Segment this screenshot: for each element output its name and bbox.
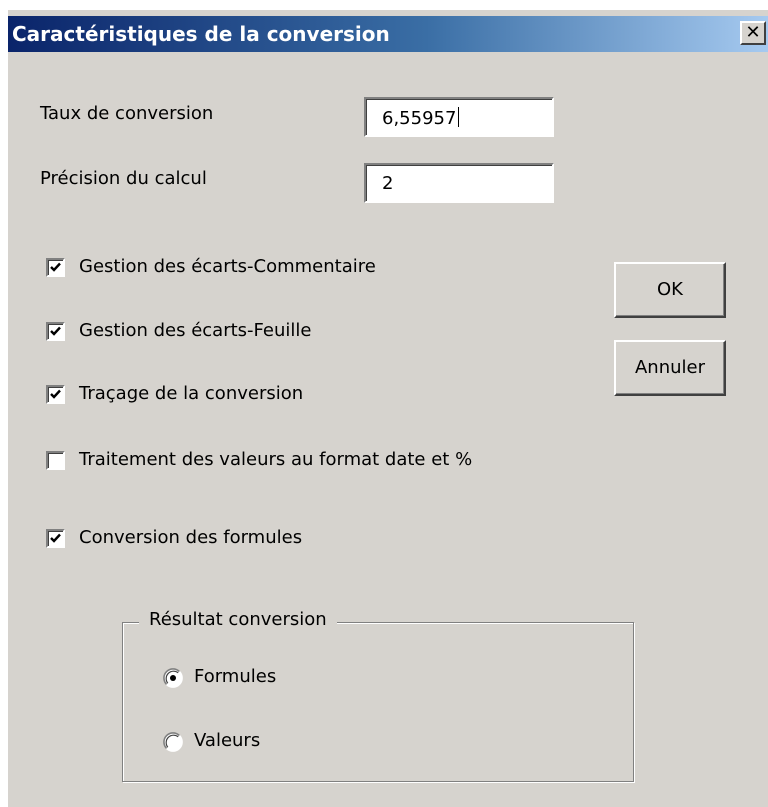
radio-label: Valeurs <box>194 730 261 751</box>
cancel-button[interactable]: Annuler <box>614 340 726 396</box>
check-icon <box>50 262 61 272</box>
radio-icon[interactable] <box>163 668 183 688</box>
text-cursor <box>458 107 460 127</box>
checkbox-traitement[interactable] <box>46 451 65 470</box>
option-label: Gestion des écarts-Commentaire <box>79 256 376 277</box>
checkbox-gestion-feuille[interactable] <box>46 322 65 341</box>
option-label: Gestion des écarts-Feuille <box>79 320 312 341</box>
conversion-dialog: Caractéristiques de la conversion ✕ Taux… <box>8 10 768 807</box>
precision-input[interactable]: 2 <box>364 163 554 203</box>
precision-label: Précision du calcul <box>40 168 207 189</box>
check-icon <box>50 533 61 543</box>
checkbox-conversion-formules[interactable] <box>46 529 65 548</box>
precision-value: 2 <box>382 173 394 194</box>
check-icon <box>50 389 61 399</box>
checkbox-tracage[interactable] <box>46 385 65 404</box>
window-title: Caractéristiques de la conversion <box>12 22 390 46</box>
conversion-rate-value: 6,55957 <box>382 108 457 129</box>
ok-button[interactable]: OK <box>614 262 726 318</box>
option-label: Traçage de la conversion <box>79 383 304 404</box>
radio-label: Formules <box>194 666 277 687</box>
title-bar[interactable]: Caractéristiques de la conversion ✕ <box>8 16 768 52</box>
check-icon <box>50 326 61 336</box>
close-icon: ✕ <box>745 22 761 43</box>
group-legend: Résultat conversion <box>139 609 337 630</box>
conversion-rate-label: Taux de conversion <box>40 103 214 124</box>
result-groupbox: Résultat conversion Formules Valeurs <box>122 609 634 782</box>
option-label: Traitement des valeurs au format date et… <box>79 449 473 470</box>
checkbox-gestion-commentaire[interactable] <box>46 258 65 277</box>
option-label: Conversion des formules <box>79 527 303 548</box>
radio-icon[interactable] <box>163 732 183 752</box>
conversion-rate-input[interactable]: 6,55957 <box>364 97 554 137</box>
close-button[interactable]: ✕ <box>740 21 766 45</box>
